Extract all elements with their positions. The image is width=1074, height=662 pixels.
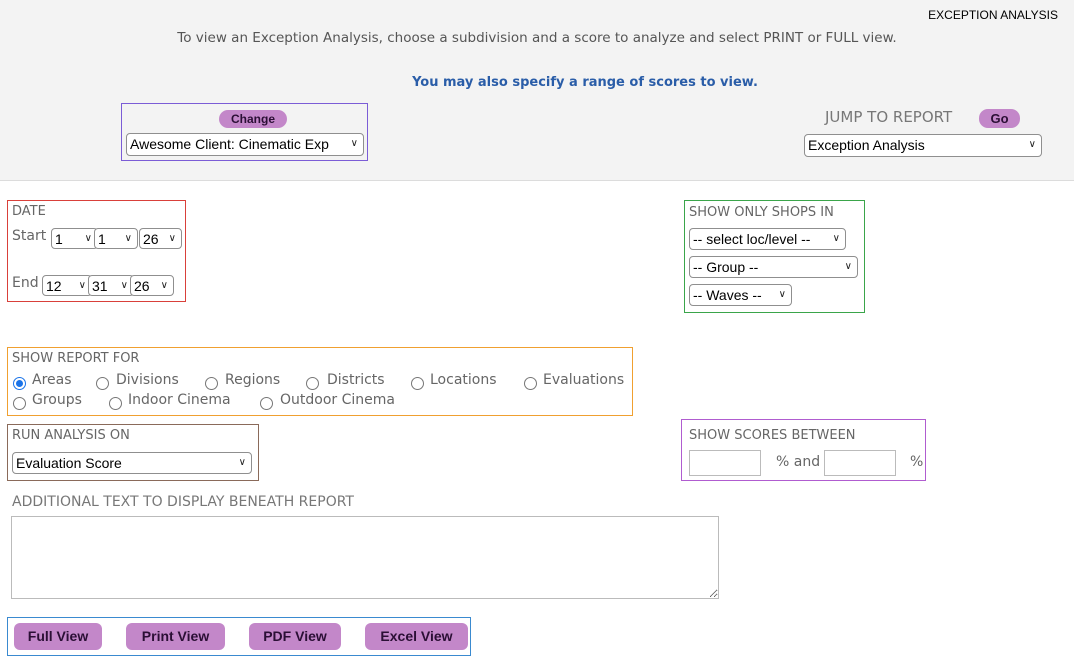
start-day-select[interactable]: 1 ∨ (94, 228, 138, 249)
end-label: End (12, 275, 39, 291)
and-label: % and (776, 454, 821, 470)
jump-report-select[interactable]: Exception Analysis ∨ (804, 134, 1042, 157)
radio-locations[interactable] (411, 377, 424, 390)
radio-regions[interactable] (205, 377, 218, 390)
end-day-value: 31 (92, 278, 108, 294)
pdf-view-button[interactable]: PDF View (249, 623, 341, 650)
chevron-down-icon: ∨ (124, 233, 132, 244)
radio-label-outdoor-cinema: Outdoor Cinema (280, 392, 395, 408)
percent-label: % (910, 454, 924, 470)
run-analysis-box: RUN ANALYSIS ON Evaluation Score ∨ (7, 424, 259, 481)
radio-groups[interactable] (13, 397, 26, 410)
start-day-value: 1 (98, 231, 106, 247)
additional-text-area[interactable] (11, 516, 719, 599)
radio-label-evaluations: Evaluations (543, 372, 625, 388)
chevron-down-icon: ∨ (778, 289, 786, 300)
analysis-value: Evaluation Score (16, 455, 122, 471)
chevron-down-icon: ∨ (1028, 139, 1036, 150)
client-select[interactable]: Awesome Client: Cinematic Exp ∨ (126, 133, 364, 156)
radio-areas[interactable] (13, 377, 26, 390)
intro-note: You may also specify a range of scores t… (412, 75, 758, 90)
intro-text: To view an Exception Analysis, choose a … (177, 30, 897, 46)
scores-box: SHOW SCORES BETWEEN % and % (681, 419, 926, 481)
run-analysis-label: RUN ANALYSIS ON (12, 428, 130, 443)
chevron-down-icon: ∨ (160, 280, 168, 291)
radio-label-divisions: Divisions (116, 372, 179, 388)
go-button[interactable]: Go (979, 109, 1020, 128)
report-for-box: SHOW REPORT FOR Areas Divisions Regions … (7, 347, 633, 416)
end-year-select[interactable]: 26 ∨ (130, 275, 174, 296)
chevron-down-icon: ∨ (84, 233, 92, 244)
radio-label-districts: Districts (327, 372, 385, 388)
group-value: -- Group -- (693, 259, 759, 275)
radio-divisions[interactable] (96, 377, 109, 390)
radio-districts[interactable] (306, 377, 319, 390)
start-year-select[interactable]: 26 ∨ (139, 228, 182, 249)
group-select[interactable]: -- Group -- ∨ (689, 256, 858, 278)
jump-report-value: Exception Analysis (808, 137, 925, 153)
chevron-down-icon: ∨ (350, 138, 358, 149)
header: EXCEPTION ANALYSIS To view an Exception … (0, 0, 1074, 181)
end-day-select[interactable]: 31 ∨ (88, 275, 134, 296)
chevron-down-icon: ∨ (844, 261, 852, 272)
radio-label-locations: Locations (430, 372, 497, 388)
score-to-input[interactable] (824, 450, 896, 476)
print-view-button[interactable]: Print View (126, 623, 225, 650)
start-month-value: 1 (55, 231, 63, 247)
shops-filter-label: SHOW ONLY SHOPS IN (689, 205, 834, 220)
page-title: EXCEPTION ANALYSIS (928, 8, 1058, 22)
radio-label-regions: Regions (225, 372, 281, 388)
report-for-label: SHOW REPORT FOR (12, 351, 140, 366)
jump-to-report-label: JUMP TO REPORT (825, 108, 953, 126)
analysis-select[interactable]: Evaluation Score ∨ (12, 452, 252, 474)
start-year-value: 26 (143, 231, 159, 247)
loc-level-value: -- select loc/level -- (693, 231, 811, 247)
chevron-down-icon: ∨ (78, 280, 86, 291)
start-month-select[interactable]: 1 ∨ (51, 228, 98, 249)
waves-select[interactable]: -- Waves -- ∨ (689, 284, 792, 306)
date-label: DATE (12, 204, 46, 219)
excel-view-button[interactable]: Excel View (365, 623, 468, 650)
client-selector-box: Change Awesome Client: Cinematic Exp ∨ (121, 103, 368, 161)
score-from-input[interactable] (689, 450, 761, 476)
chevron-down-icon: ∨ (832, 233, 840, 244)
radio-label-indoor-cinema: Indoor Cinema (128, 392, 231, 408)
end-month-select[interactable]: 12 ∨ (42, 275, 92, 296)
loc-level-select[interactable]: -- select loc/level -- ∨ (689, 228, 846, 250)
date-box: DATE Start 1 ∨ 1 ∨ 26 ∨ End 12 ∨ 31 ∨ 26 ∨ (7, 200, 186, 302)
end-month-value: 12 (46, 278, 62, 294)
radio-evaluations[interactable] (524, 377, 537, 390)
change-client-button[interactable]: Change (219, 110, 287, 128)
chevron-down-icon: ∨ (120, 280, 128, 291)
scores-label: SHOW SCORES BETWEEN (689, 428, 856, 443)
start-label: Start (12, 228, 47, 244)
chevron-down-icon: ∨ (238, 457, 246, 468)
radio-label-areas: Areas (32, 372, 72, 388)
chevron-down-icon: ∨ (168, 233, 176, 244)
shops-filter-box: SHOW ONLY SHOPS IN -- select loc/level -… (684, 200, 865, 313)
waves-value: -- Waves -- (693, 287, 762, 303)
full-view-button[interactable]: Full View (14, 623, 102, 650)
additional-text-label: ADDITIONAL TEXT TO DISPLAY BENEATH REPOR… (12, 494, 354, 510)
end-year-value: 26 (134, 278, 150, 294)
radio-outdoor-cinema[interactable] (260, 397, 273, 410)
client-select-value: Awesome Client: Cinematic Exp (130, 136, 329, 152)
radio-indoor-cinema[interactable] (109, 397, 122, 410)
radio-label-groups: Groups (32, 392, 82, 408)
